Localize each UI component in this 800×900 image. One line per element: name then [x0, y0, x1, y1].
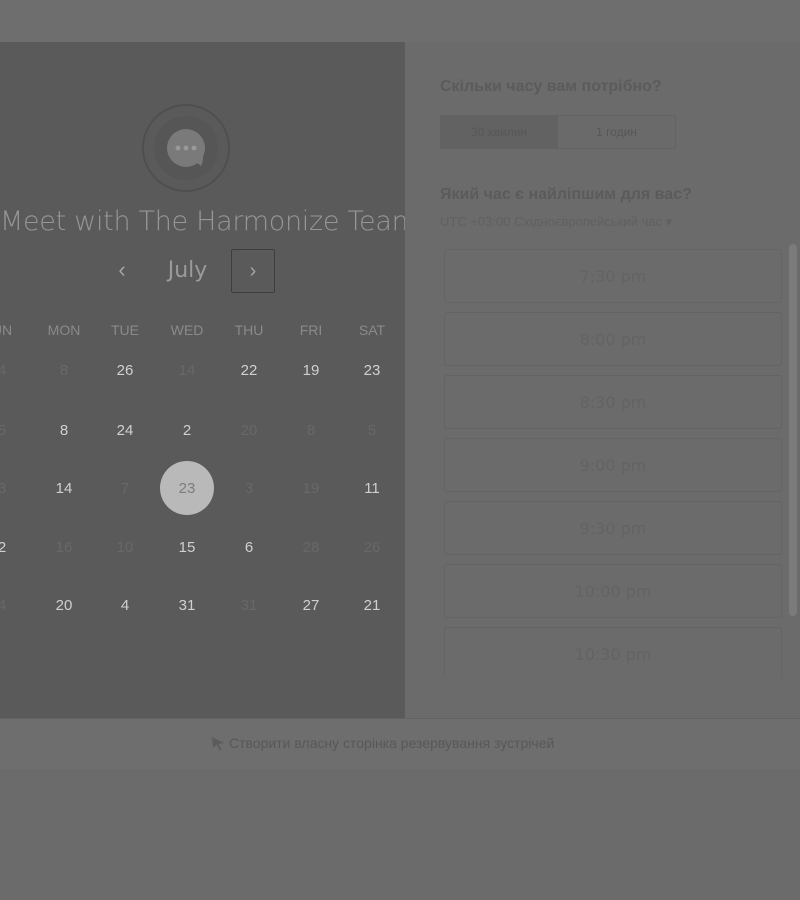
- calendar-day: 26: [363, 538, 381, 556]
- chat-bubble-icon: [154, 116, 218, 180]
- calendar-day: 3: [244, 479, 254, 497]
- create-booking-page-link[interactable]: Створити власну сторінка резервування зу…: [210, 735, 554, 751]
- calendar-day[interactable]: 4: [100, 580, 150, 630]
- calendar-day[interactable]: 8: [39, 405, 89, 455]
- calendar-day: 20: [240, 421, 258, 439]
- calendar-day[interactable]: 27: [286, 580, 336, 630]
- time-slot-button[interactable]: 10:00 pm: [444, 564, 782, 618]
- meeting-title: Meet with The Harmonize Team: [0, 206, 405, 237]
- calendar-day: 10: [116, 538, 134, 556]
- previous-month-button[interactable]: ‹: [106, 254, 138, 286]
- calendar-day[interactable]: 11: [347, 463, 397, 513]
- chevron-down-icon: ▾: [665, 214, 673, 229]
- month-label: July: [167, 258, 208, 283]
- time-slot-button[interactable]: 8:30 pm: [444, 375, 782, 429]
- calendar-day[interactable]: 14: [39, 463, 89, 513]
- calendar-day: 28: [302, 538, 320, 556]
- calendar-day[interactable]: 31: [162, 580, 212, 630]
- selected-day[interactable]: 23: [160, 461, 214, 515]
- calendar-day: 31: [240, 596, 258, 614]
- weekday-label: FRI: [299, 322, 323, 338]
- weekday-label: THU: [234, 322, 264, 338]
- create-booking-page-label: Створити власну сторінка резервування зу…: [229, 735, 555, 751]
- duration-question: Скільки часу вам потрібно?: [440, 78, 662, 95]
- weekday-label: UN: [0, 322, 13, 338]
- cursor-arrow-icon: [212, 737, 224, 751]
- timezone-selector[interactable]: UTC +03:00 Східноєвропейський час ▾: [440, 214, 672, 230]
- duration-selector: 30 хвилин 1 годин: [440, 115, 676, 149]
- calendar-day[interactable]: 24: [100, 405, 150, 455]
- scrollbar-thumb[interactable]: [789, 244, 797, 616]
- weekday-label: SAT: [358, 322, 386, 338]
- calendar-day[interactable]: 26: [100, 345, 150, 395]
- calendar-day: 16: [55, 538, 73, 556]
- calendar-day: 8: [59, 361, 69, 379]
- time-slot-button[interactable]: 8:00 pm: [444, 312, 782, 366]
- weekday-label: WED: [170, 322, 204, 338]
- duration-1-hour-button[interactable]: 1 годин: [558, 115, 676, 149]
- weekday-label: TUE: [111, 322, 139, 338]
- duration-30-min-button[interactable]: 30 хвилин: [440, 115, 558, 149]
- calendar-day[interactable]: 23: [347, 345, 397, 395]
- footer: Створити власну сторінка резервування зу…: [0, 719, 800, 769]
- calendar-day[interactable]: 21: [347, 580, 397, 630]
- calendar-day[interactable]: 6: [224, 522, 274, 572]
- calendar-day: 7: [120, 479, 130, 497]
- calendar-day[interactable]: 2: [162, 405, 212, 455]
- calendar-day: 5: [367, 421, 377, 439]
- time-slot-button[interactable]: 7:30 pm: [444, 249, 782, 303]
- calendar-day[interactable]: 15: [162, 522, 212, 572]
- calendar-day: 19: [302, 479, 320, 497]
- time-question: Який час є найліпшим для вас?: [440, 186, 692, 203]
- calendar-day[interactable]: 20: [39, 580, 89, 630]
- team-logo: [142, 104, 230, 192]
- time-slot-button[interactable]: 9:00 pm: [444, 438, 782, 492]
- calendar-day[interactable]: 22: [224, 345, 274, 395]
- time-slot-button[interactable]: 9:30 pm: [444, 501, 782, 555]
- time-slot-scrollbar[interactable]: [789, 244, 797, 616]
- top-bar: [0, 0, 800, 42]
- time-slot-list: 7:30 pm 8:00 pm 8:30 pm 9:00 pm 9:30 pm …: [444, 249, 782, 677]
- timezone-label: UTC +03:00 Східноєвропейський час: [440, 214, 662, 229]
- calendar-day: 14: [178, 361, 196, 379]
- month-navigation: ‹ July ›: [0, 248, 405, 296]
- calendar-day: 8: [306, 421, 316, 439]
- calendar-day[interactable]: 19: [286, 345, 336, 395]
- next-month-button[interactable]: ›: [231, 249, 275, 293]
- time-slot-button[interactable]: 10:30 pm: [444, 627, 782, 677]
- weekday-label: MON: [47, 322, 81, 338]
